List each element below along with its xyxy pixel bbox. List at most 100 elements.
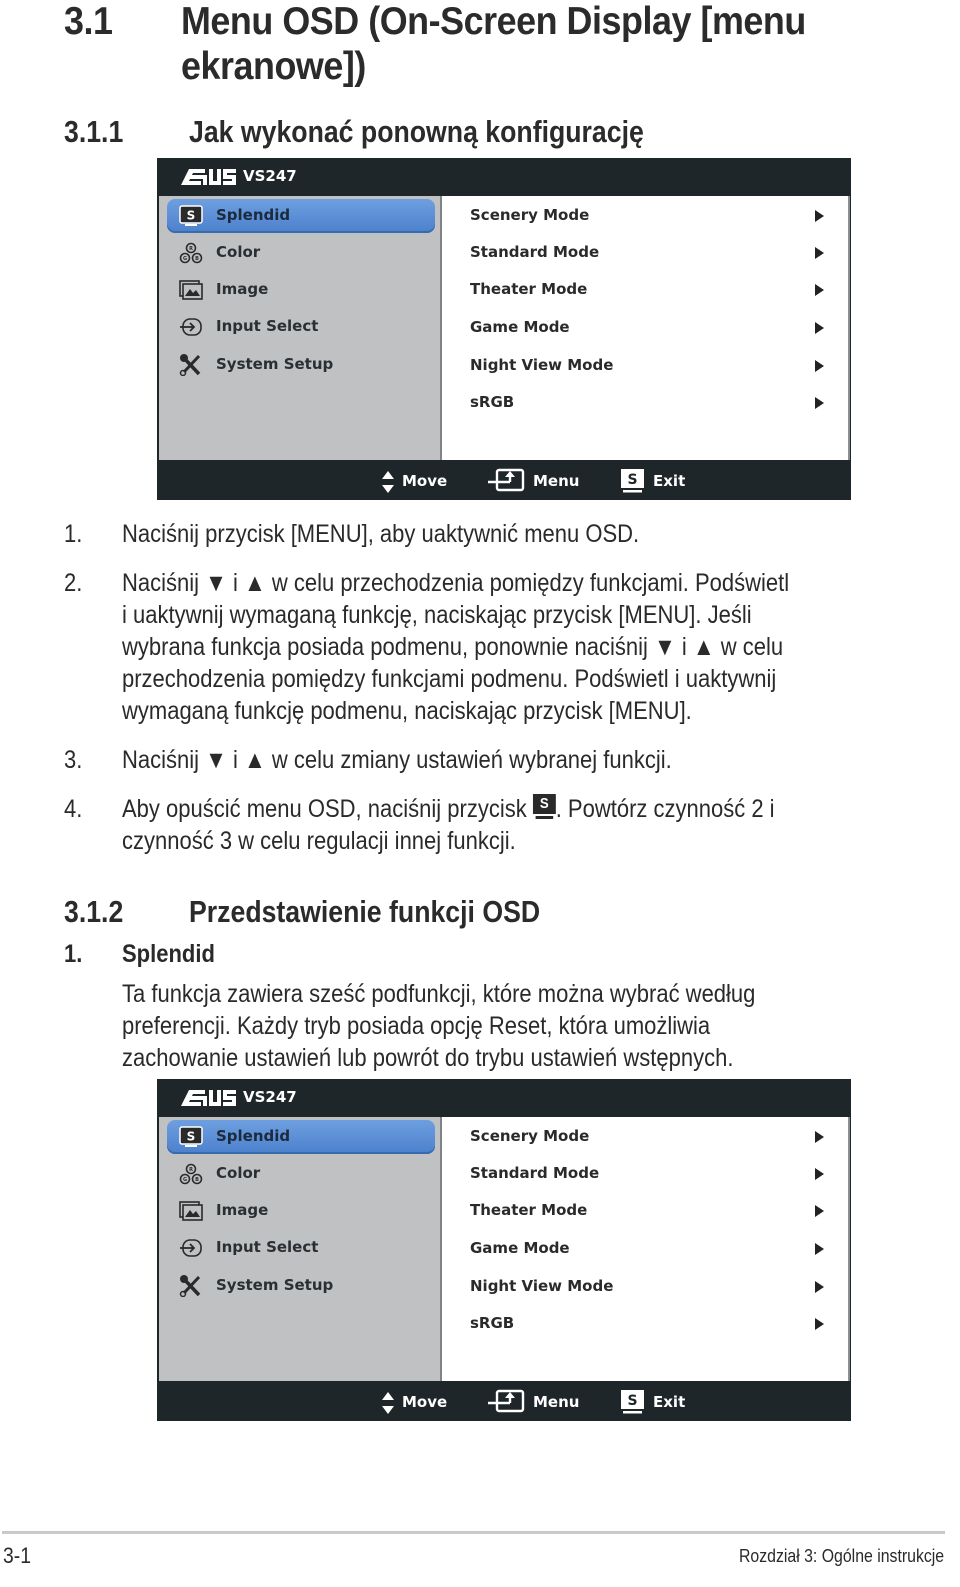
osd-submenu-label: Theater Mode	[470, 280, 588, 298]
chevron-right-icon	[815, 322, 824, 334]
osd-menu-key[interactable]: Menu	[488, 468, 584, 494]
osd-menu-key[interactable]: Menu	[488, 1389, 584, 1415]
asus-logo-icon	[181, 1090, 236, 1106]
osd-header: VS247	[157, 158, 851, 196]
svg-text:G: G	[183, 1177, 187, 1183]
osd-submenu-item-standard[interactable]: Standard Mode	[470, 238, 840, 268]
osd-move-label: Move	[402, 472, 448, 490]
osd-menu-label: Menu	[533, 472, 580, 490]
osd-menu-item-color[interactable]: RG B Color	[167, 1157, 435, 1191]
svg-text:S: S	[627, 1393, 637, 1409]
osd-menu-item-color[interactable]: RG B Color	[167, 236, 435, 270]
image-icon	[179, 280, 203, 300]
chevron-right-icon	[815, 397, 824, 409]
osd-submenu-label: sRGB	[470, 393, 515, 411]
step-4-text-before: Aby opuścić menu OSD, naciśnij przycisk	[122, 795, 533, 823]
step-number: 3.	[64, 746, 83, 774]
osd-exit-label: Exit	[653, 1393, 686, 1411]
chevron-right-icon	[815, 1168, 824, 1180]
osd-main-menu: S Splendid RGB Color Image Input Select …	[159, 1117, 442, 1381]
osd-menu-label: System Setup	[216, 1276, 334, 1294]
splendid-s-icon: S	[179, 1126, 203, 1147]
step-2-line-3: wybrana funkcja posiada podmenu, ponowni…	[122, 633, 784, 661]
osd-menu-label: Input Select	[216, 317, 319, 335]
osd-submenu-label: Night View Mode	[470, 356, 614, 374]
osd-submenu-item-scenery[interactable]: Scenery Mode	[470, 1122, 840, 1152]
osd-exit-label: Exit	[653, 472, 686, 490]
chevron-right-icon	[815, 1131, 824, 1143]
osd-footer: Move Menu S Exit	[157, 460, 851, 500]
svg-text:B: B	[195, 1177, 199, 1183]
section-number: 3.1	[64, 0, 113, 43]
osd-submenu-item-night-view[interactable]: Night View Mode	[470, 1272, 840, 1302]
osd-menu-label: Input Select	[216, 1238, 319, 1256]
osd-submenu-label: Scenery Mode	[470, 206, 590, 224]
s-button-key: S	[532, 794, 556, 814]
feature-desc-line-3: zachowanie ustawień lub powrót do trybu …	[122, 1044, 734, 1072]
osd-submenu-item-scenery[interactable]: Scenery Mode	[470, 201, 840, 231]
chevron-right-icon	[815, 210, 824, 222]
osd-submenu-label: Theater Mode	[470, 1201, 588, 1219]
chevron-right-icon	[815, 1243, 824, 1255]
chevron-right-icon	[815, 284, 824, 296]
feature-desc-line-1: Ta funkcja zawiera sześć podfunkcji, któ…	[122, 980, 756, 1008]
osd-submenu-item-night-view[interactable]: Night View Mode	[470, 351, 840, 381]
svg-text:B: B	[195, 256, 199, 262]
osd-menu-label: Menu	[533, 1393, 580, 1411]
osd-menu-label: Splendid	[216, 1127, 291, 1145]
s-exit-button-icon: S	[621, 469, 644, 493]
osd-menu-item-system-setup[interactable]: System Setup	[167, 348, 435, 382]
rgb-color-icon: RG B	[179, 1163, 203, 1185]
osd-menu-item-image[interactable]: Image	[167, 1194, 435, 1228]
feature-title: Splendid	[122, 940, 215, 968]
osd-move-key[interactable]: Move	[381, 1389, 451, 1415]
osd-submenu-item-standard[interactable]: Standard Mode	[470, 1159, 840, 1189]
osd-menu-label: Color	[216, 243, 261, 261]
subsection-2-number: 3.1.2	[64, 894, 124, 929]
chevron-right-icon	[815, 247, 824, 259]
osd-submenu-item-srgb[interactable]: sRGB	[470, 388, 840, 418]
up-down-arrows-icon	[382, 471, 394, 493]
osd-submenu-item-theater[interactable]: Theater Mode	[470, 1196, 840, 1226]
step-4-line-1: Aby opuścić menu OSD, naciśnij przycisk …	[122, 793, 775, 825]
step-1-text: Naciśnij przycisk [MENU], aby uaktywnić …	[122, 520, 640, 548]
osd-main-menu: S Splendid RG B Color Image Input Select …	[159, 196, 442, 460]
osd-submenu-label: Game Mode	[470, 1239, 570, 1257]
section-title-line1: Menu OSD (On-Screen Display [menu	[181, 0, 806, 43]
subsection-title: Jak wykonać ponowną konfigurację	[189, 114, 644, 149]
osd-submenu-item-game[interactable]: Game Mode	[470, 313, 840, 343]
osd-menu-label: Image	[216, 1201, 269, 1219]
step-3-text: Naciśnij ▼ i ▲ w celu zmiany ustawień wy…	[122, 746, 672, 774]
section-title-line2: ekranowe])	[181, 45, 366, 88]
svg-text:G: G	[183, 256, 187, 262]
step-2-line-5: wymaganą funkcję podmenu, naciskając prz…	[122, 697, 692, 725]
osd-exit-key[interactable]: S Exit	[620, 1389, 700, 1415]
step-number: 1.	[64, 520, 83, 548]
osd-move-key[interactable]: Move	[381, 468, 451, 494]
osd-submenu-label: Game Mode	[470, 318, 570, 336]
osd-menu-item-splendid[interactable]: S Splendid	[167, 199, 435, 233]
osd-menu-item-splendid[interactable]: S Splendid	[167, 1120, 435, 1154]
osd-exit-key[interactable]: S Exit	[620, 468, 700, 494]
svg-text:R: R	[189, 246, 193, 252]
osd-submenu-item-theater[interactable]: Theater Mode	[470, 275, 840, 305]
chapter-title: Rozdział 3: Ogólne instrukcje	[738, 1546, 944, 1566]
step-number: 2.	[64, 569, 83, 597]
osd-menu-label: Color	[216, 1164, 261, 1182]
s-exit-button-icon: S	[621, 1390, 644, 1414]
osd-submenu-item-game[interactable]: Game Mode	[470, 1234, 840, 1264]
footer-divider	[2, 1531, 945, 1534]
asus-logo-icon	[181, 169, 236, 185]
osd-header: VS247	[157, 1079, 851, 1117]
osd-menu-item-image[interactable]: Image	[167, 273, 435, 307]
osd-submenu: Scenery Mode Standard Mode Theater Mode …	[442, 1117, 850, 1381]
osd-menu-item-system-setup[interactable]: System Setup	[167, 1269, 435, 1303]
osd-submenu-item-srgb[interactable]: sRGB	[470, 1309, 840, 1339]
subsection-2-title: Przedstawienie funkcji OSD	[189, 894, 541, 929]
wrench-screwdriver-icon	[179, 1275, 201, 1297]
step-4-text-after: . Powtórz czynność 2 i	[555, 795, 775, 823]
step-2-line-1: Naciśnij ▼ i ▲ w celu przechodzenia pomi…	[122, 569, 790, 597]
osd-menu-item-input-select[interactable]: Input Select	[167, 1231, 435, 1265]
osd-menu-item-input-select[interactable]: Input Select	[167, 310, 435, 344]
chevron-right-icon	[815, 360, 824, 372]
